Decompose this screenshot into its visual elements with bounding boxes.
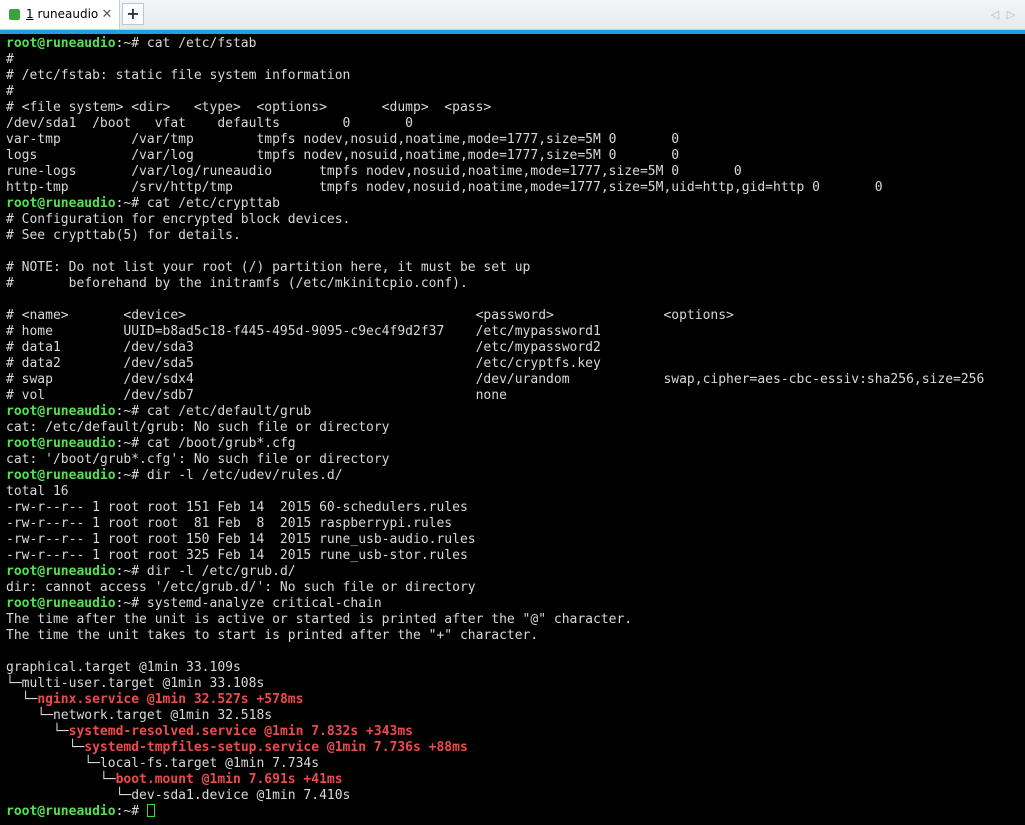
output-line: # [6, 52, 14, 67]
output-line: # vol /dev/sdb7 none [6, 388, 507, 403]
output-line: # Configuration for encrypted block devi… [6, 212, 351, 227]
output-line: # [6, 84, 14, 99]
tab-bar: 1 runeaudio ✕ + ◁ ▷ [0, 0, 1025, 30]
prompt-suffix: :~# [115, 804, 147, 819]
tab-runeaudio[interactable]: 1 runeaudio ✕ [0, 0, 120, 29]
output-line: -rw-r--r-- 1 root root 325 Feb 14 2015 r… [6, 548, 468, 563]
prompt-user: root@runeaudio [6, 436, 116, 451]
prompt-user: root@runeaudio [6, 596, 116, 611]
prompt-line: root@runeaudio:~# systemd-analyze critic… [6, 596, 984, 612]
tab-name: runeaudio [37, 7, 99, 21]
prompt-line: root@runeaudio:~# cat /etc/crypttab [6, 196, 984, 212]
tab-number: 1 [26, 7, 34, 21]
prompt-line: root@runeaudio:~# dir -l /etc/grub.d/ [6, 564, 984, 580]
terminal-output[interactable]: root@runeaudio:~# cat /etc/fstab # # /etc/… [0, 34, 1025, 825]
prompt-suffix: :~# [115, 468, 147, 483]
tree-branch: └─ [6, 740, 85, 755]
terminal-lines: root@runeaudio:~# cat /etc/fstab # # /etc/… [6, 36, 984, 820]
command-text: cat /boot/grub*.cfg [146, 436, 296, 451]
command-text: dir -l /etc/udev/rules.d/ [146, 468, 343, 483]
output-line: cat: '/boot/grub*.cfg': No such file or … [6, 452, 390, 467]
prompt-user: root@runeaudio [6, 404, 116, 419]
output-line: └─multi-user.target @1min 33.108s [6, 676, 265, 691]
critical-chain-line: └─boot.mount @1min 7.691s +41ms [6, 772, 984, 788]
output-line: var-tmp /var/tmp tmpfs nodev,nosuid,noat… [6, 132, 680, 147]
output-line: # <file system> <dir> <type> <options> <… [6, 100, 492, 115]
session-status-icon [9, 9, 20, 20]
output-line: logs /var/log tmpfs nodev,nosuid,noatime… [6, 148, 680, 163]
output-line: The time the unit takes to start is prin… [6, 628, 539, 643]
slow-unit-text: systemd-resolved.service @1min 7.832s +3… [68, 724, 413, 739]
tree-branch: └─ [6, 692, 38, 707]
output-line: http-tmp /srv/http/tmp tmpfs nodev,nosui… [6, 180, 883, 195]
command-text: cat /etc/default/grub [146, 404, 312, 419]
output-line: # NOTE: Do not list your root (/) partit… [6, 260, 531, 275]
prompt-line: root@runeaudio:~# cat /etc/fstab [6, 36, 984, 52]
prompt-user: root@runeaudio [6, 36, 116, 51]
prompt-user: root@runeaudio [6, 468, 116, 483]
output-line: -rw-r--r-- 1 root root 81 Feb 8 2015 ras… [6, 516, 453, 531]
prompt-user: root@runeaudio [6, 196, 116, 211]
tree-branch: └─ [6, 724, 69, 739]
prompt-line: root@runeaudio:~# [6, 804, 984, 820]
critical-chain-line: └─systemd-resolved.service @1min 7.832s … [6, 724, 984, 740]
terminal-cursor[interactable] [146, 804, 155, 817]
critical-chain-line: └─systemd-tmpfiles-setup.service @1min 7… [6, 740, 984, 756]
scroll-tabs-right-icon[interactable]: ▷ [1004, 0, 1018, 29]
output-line: └─dev-sda1.device @1min 7.410s [6, 788, 351, 803]
prompt-line: root@runeaudio:~# cat /boot/grub*.cfg [6, 436, 984, 452]
prompt-suffix: :~# [115, 436, 147, 451]
output-line: graphical.target @1min 33.109s [6, 660, 241, 675]
prompt-suffix: :~# [115, 196, 147, 211]
slow-unit-text: boot.mount @1min 7.691s +41ms [115, 772, 343, 787]
output-line: total 16 [6, 484, 69, 499]
tab-label: 1 runeaudio [26, 0, 98, 29]
output-line: rune-logs /var/log/runeaudio tmpfs nodev… [6, 164, 742, 179]
output-line: # home UUID=b8ad5c18-f445-495d-9095-c9ec… [6, 324, 601, 339]
critical-chain-line: └─nginx.service @1min 32.527s +578ms [6, 692, 984, 708]
prompt-line: root@runeaudio:~# cat /etc/default/grub [6, 404, 984, 420]
close-tab-icon[interactable]: ✕ [100, 0, 114, 29]
output-line: -rw-r--r-- 1 root root 150 Feb 14 2015 r… [6, 532, 476, 547]
prompt-user: root@runeaudio [6, 564, 116, 579]
output-line: # See crypttab(5) for details. [6, 228, 241, 243]
tree-branch: └─ [6, 772, 116, 787]
output-line: /dev/sda1 /boot vfat defaults 0 0 [6, 116, 413, 131]
terminal-window: 1 runeaudio ✕ + ◁ ▷ root@runeaudio:~# ca… [0, 0, 1025, 825]
output-line: cat: /etc/default/grub: No such file or … [6, 420, 390, 435]
prompt-suffix: :~# [115, 36, 147, 51]
command-text: cat /etc/fstab [146, 36, 257, 51]
output-line: # beforehand by the initramfs (/etc/mkin… [6, 276, 468, 291]
output-line: └─network.target @1min 32.518s [6, 708, 273, 723]
command-text: systemd-analyze critical-chain [146, 596, 382, 611]
output-line: The time after the unit is active or sta… [6, 612, 633, 627]
slow-unit-text: systemd-tmpfiles-setup.service @1min 7.7… [84, 740, 468, 755]
output-line: dir: cannot access '/etc/grub.d/': No su… [6, 580, 476, 595]
prompt-user: root@runeaudio [6, 804, 116, 819]
command-text: cat /etc/crypttab [146, 196, 280, 211]
prompt-suffix: :~# [115, 404, 147, 419]
output-line: # <name> <device> <password> <options> [6, 308, 734, 323]
output-line: # swap /dev/sdx4 /dev/urandom swap,ciphe… [6, 372, 985, 387]
output-line: # data2 /dev/sda5 /etc/cryptfs.key [6, 356, 601, 371]
output-line: └─local-fs.target @1min 7.734s [6, 756, 320, 771]
slow-unit-text: nginx.service @1min 32.527s +578ms [37, 692, 304, 707]
output-line: -rw-r--r-- 1 root root 151 Feb 14 2015 6… [6, 500, 468, 515]
command-text: dir -l /etc/grub.d/ [146, 564, 296, 579]
prompt-suffix: :~# [115, 564, 147, 579]
prompt-line: root@runeaudio:~# dir -l /etc/udev/rules… [6, 468, 984, 484]
new-tab-button[interactable]: + [122, 3, 144, 25]
output-line: # /etc/fstab: static file system informa… [6, 68, 351, 83]
prompt-suffix: :~# [115, 596, 147, 611]
scroll-tabs-left-icon[interactable]: ◁ [988, 0, 1002, 29]
output-line: # data1 /dev/sda3 /etc/mypassword2 [6, 340, 601, 355]
